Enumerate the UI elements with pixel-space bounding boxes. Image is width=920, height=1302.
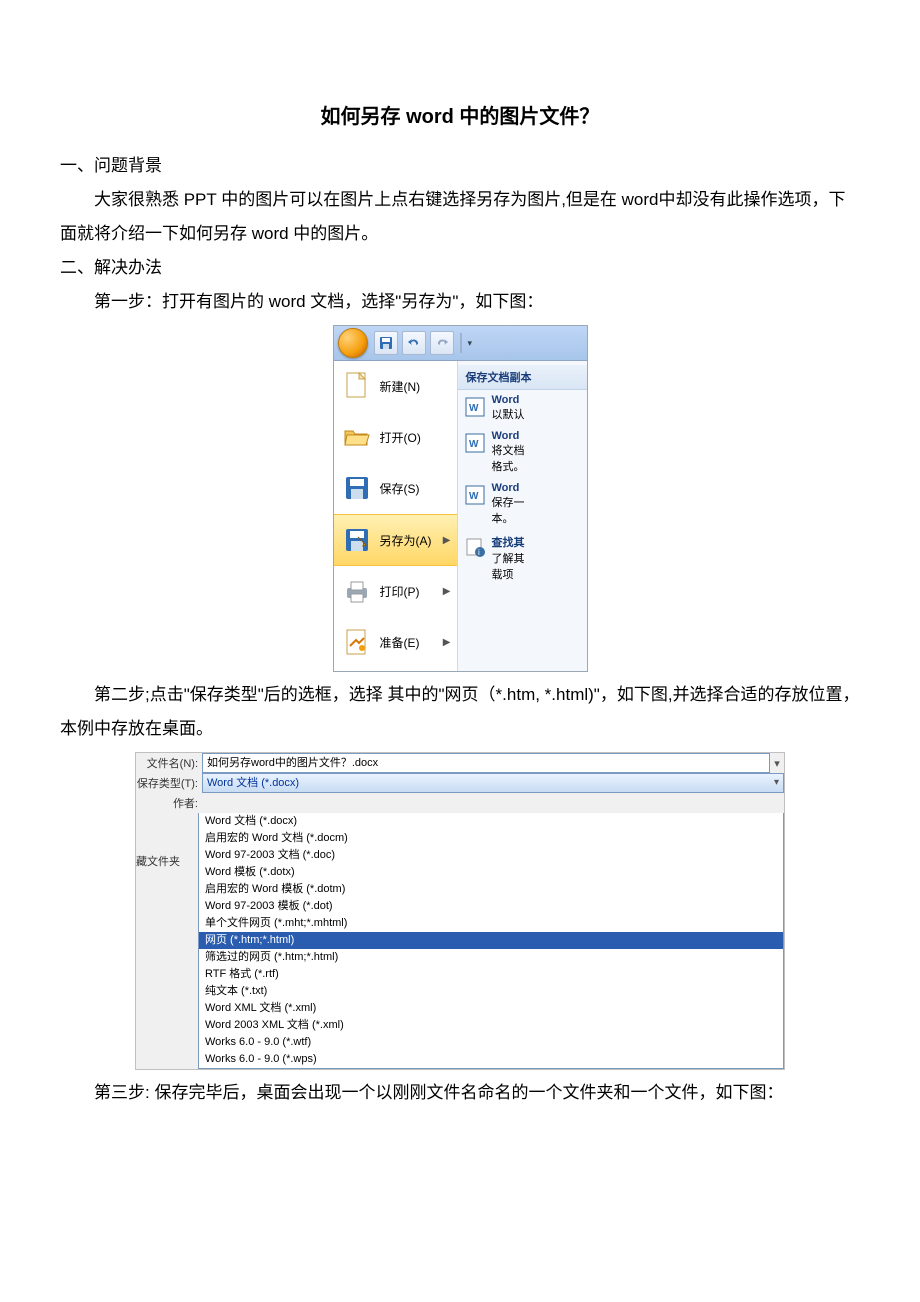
- submenu-arrow-icon: ▶: [443, 586, 451, 597]
- office-orb-icon[interactable]: [338, 328, 368, 358]
- hide-folders-label: 藏文件夹: [136, 853, 180, 869]
- svg-text:W: W: [469, 403, 479, 414]
- page-title: 如何另存 word 中的图片文件？: [60, 100, 860, 129]
- qat-undo-button[interactable]: [402, 331, 426, 355]
- menu-item-saveas-label: 另存为(A): [380, 532, 432, 549]
- menu-item-new-label: 新建(N): [380, 378, 421, 395]
- qat-dropdown-icon[interactable]: ▾: [468, 338, 473, 349]
- filetype-option[interactable]: Word 2003 XML 文档 (*.xml): [199, 1017, 783, 1034]
- menu-item-open[interactable]: 打开(O): [334, 412, 457, 463]
- redo-icon: [435, 336, 449, 350]
- svg-text:W: W: [469, 439, 479, 450]
- author-row: 作者:: [136, 793, 784, 813]
- filetype-option[interactable]: 网页 (*.htm;*.html): [199, 932, 783, 949]
- filetype-option[interactable]: Word XML 文档 (*.xml): [199, 1000, 783, 1017]
- word-doc-icon: W: [464, 484, 486, 506]
- document-page: 如何另存 word 中的图片文件？ 一、问题背景 大家很熟悉 PPT 中的图片可…: [0, 0, 920, 1170]
- filetype-option[interactable]: 纯文本 (*.txt): [199, 983, 783, 1000]
- submenu-arrow-icon: ▶: [443, 637, 451, 648]
- filetype-option[interactable]: 启用宏的 Word 文档 (*.docm): [199, 830, 783, 847]
- author-label: 作者:: [136, 795, 202, 811]
- menu-item-open-label: 打开(O): [380, 429, 421, 446]
- section-1-heading: 一、问题背景: [60, 149, 860, 183]
- filetype-option[interactable]: 启用宏的 Word 模板 (*.dotm): [199, 881, 783, 898]
- qat-separator: [460, 333, 462, 353]
- open-folder-icon: [342, 422, 372, 452]
- filetype-option-list[interactable]: Word 文档 (*.docx)启用宏的 Word 文档 (*.docm)Wor…: [198, 813, 784, 1069]
- menu-item-save[interactable]: 保存(S): [334, 463, 457, 514]
- word-office-menu: ▾ 新建(N) 打开(O) 保存(S): [333, 325, 588, 672]
- filetype-option[interactable]: Word 97-2003 模板 (*.dot): [199, 898, 783, 915]
- filetype-label: 保存类型(T):: [136, 775, 202, 791]
- filetype-combobox[interactable]: Word 文档 (*.docx)▾: [202, 773, 784, 793]
- figure-2-wrapper: 文件名(N): 如何另存word中的图片文件？.docx ▾ 保存类型(T): …: [60, 752, 860, 1070]
- submenu-arrow-icon: ▶: [443, 535, 451, 546]
- filetype-option[interactable]: Word 模板 (*.dotx): [199, 864, 783, 881]
- qat-redo-button[interactable]: [430, 331, 454, 355]
- filetype-option[interactable]: Works 6.0 - 9.0 (*.wtf): [199, 1034, 783, 1051]
- step-1-text: 第一步：打开有图片的 word 文档，选择"另存为"，如下图：: [60, 285, 860, 319]
- section-2-heading: 二、解决办法: [60, 251, 860, 285]
- save-disk-icon: [342, 473, 372, 503]
- svg-text:W: W: [469, 491, 479, 502]
- filename-row: 文件名(N): 如何另存word中的图片文件？.docx ▾: [136, 753, 784, 773]
- printer-icon: [342, 576, 372, 606]
- filetype-option[interactable]: 单个文件网页 (*.mht;*.mhtml): [199, 915, 783, 932]
- menu-item-prepare-label: 准备(E): [380, 634, 420, 651]
- step-2-text: 第二步;点击"保存类型"后的选框，选择 其中的"网页（*.htm, *.html…: [60, 678, 860, 746]
- saveas-disk-icon: [342, 525, 372, 555]
- office-menu-left: 新建(N) 打开(O) 保存(S) 另存为(A) ▶: [334, 361, 458, 671]
- save-dialog: 文件名(N): 如何另存word中的图片文件？.docx ▾ 保存类型(T): …: [135, 752, 785, 1070]
- menu-item-print[interactable]: 打印(P) ▶: [334, 566, 457, 617]
- save-icon: [379, 336, 393, 350]
- right-item-find-addins[interactable]: i 查找其了解其载项: [458, 530, 587, 586]
- svg-text:i: i: [478, 548, 480, 557]
- filename-label: 文件名(N):: [136, 755, 202, 771]
- menu-item-saveas[interactable]: 另存为(A) ▶: [334, 514, 457, 566]
- filetype-option[interactable]: Word 97-2003 文档 (*.doc): [199, 847, 783, 864]
- menu-item-save-label: 保存(S): [380, 480, 420, 497]
- menu-item-new[interactable]: 新建(N): [334, 361, 457, 412]
- prepare-icon: [342, 627, 372, 657]
- addins-icon: i: [464, 536, 486, 558]
- figure-1-wrapper: ▾ 新建(N) 打开(O) 保存(S): [60, 325, 860, 672]
- filetype-option[interactable]: Works 6.0 - 9.0 (*.wps): [199, 1051, 783, 1068]
- office-menu-body: 新建(N) 打开(O) 保存(S) 另存为(A) ▶: [334, 361, 587, 671]
- chevron-down-icon: ▾: [774, 774, 779, 792]
- menu-item-print-label: 打印(P): [380, 583, 420, 600]
- word-doc-icon: W: [464, 432, 486, 454]
- right-item-word-compat[interactable]: W Word将文档格式。: [458, 426, 587, 478]
- office-menu-right: 保存文档副本 W Word以默认 W Word将文档格式。 W Word保存一本…: [458, 361, 587, 671]
- filetype-row: 保存类型(T): Word 文档 (*.docx)▾: [136, 773, 784, 793]
- right-item-word-copy[interactable]: W Word保存一本。: [458, 478, 587, 530]
- filetype-option[interactable]: 筛选过的网页 (*.htm;*.html): [199, 949, 783, 966]
- filename-input[interactable]: 如何另存word中的图片文件？.docx: [202, 753, 770, 773]
- filetype-option[interactable]: Word 文档 (*.docx): [199, 813, 783, 830]
- right-panel-header: 保存文档副本: [458, 365, 587, 390]
- qat-save-button[interactable]: [374, 331, 398, 355]
- quick-access-toolbar: ▾: [374, 331, 473, 355]
- new-doc-icon: [342, 371, 372, 401]
- word-doc-icon: W: [464, 396, 486, 418]
- word-title-bar: ▾: [334, 326, 587, 361]
- paragraph-1: 大家很熟悉 PPT 中的图片可以在图片上点右键选择另存为图片,但是在 word中…: [60, 183, 860, 251]
- menu-item-prepare[interactable]: 准备(E) ▶: [334, 617, 457, 668]
- filename-dropdown-icon[interactable]: ▾: [770, 757, 784, 770]
- step-3-text: 第三步: 保存完毕后，桌面会出现一个以刚刚文件名命名的一个文件夹和一个文件，如下…: [60, 1076, 860, 1110]
- undo-icon: [407, 336, 421, 350]
- right-item-word-default[interactable]: W Word以默认: [458, 390, 587, 426]
- filetype-option[interactable]: RTF 格式 (*.rtf): [199, 966, 783, 983]
